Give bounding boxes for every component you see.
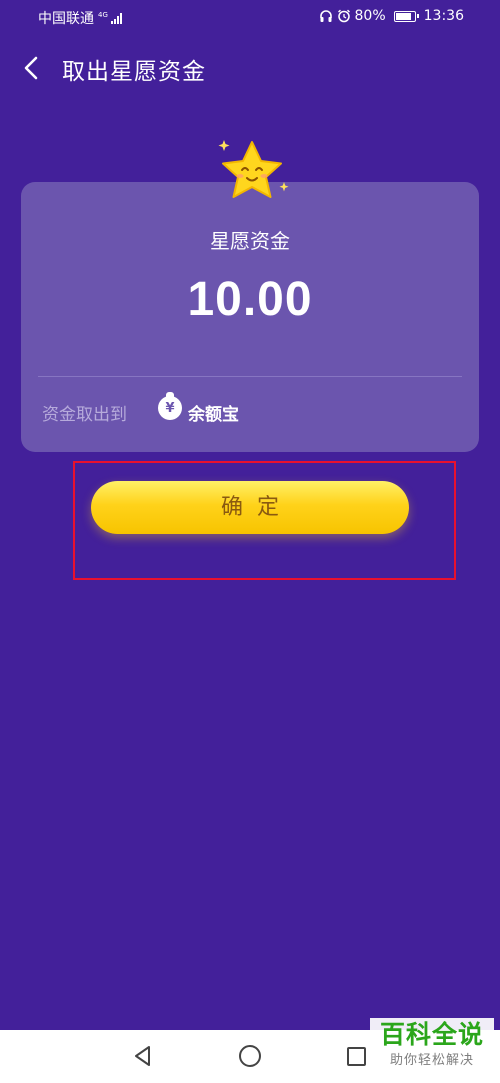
nav-bar: 取出星愿资金 (0, 34, 500, 100)
confirm-button[interactable]: 确定 (91, 481, 409, 534)
headphones-icon (319, 10, 332, 22)
signal-icon (110, 12, 122, 24)
chevron-left-icon (24, 56, 38, 80)
system-recent-button[interactable] (347, 1047, 366, 1066)
watermark-subtitle: 助你轻松解决 (389, 1053, 474, 1068)
destination-label: 资金取出到 (42, 405, 127, 425)
alarm-icon (337, 9, 350, 23)
amount-value: 10.00 (187, 273, 313, 326)
carrier-name: 中国联通 (38, 11, 94, 27)
page-title: 取出星愿资金 (62, 59, 206, 85)
watermark-title: 百科全说 (379, 1020, 484, 1049)
watermark: 百科全说 助你轻松解决 (370, 1018, 494, 1078)
network-type: 4G (98, 10, 108, 19)
star-mascot-icon (218, 140, 289, 198)
system-back-button[interactable] (131, 1044, 155, 1068)
screen: 中国联通 4G 80% 13:36 取出星愿资金 星愿资金 10.00 资金取出… (0, 0, 500, 1030)
fund-card: 星愿资金 10.00 资金取出到 ¥ 余额宝 (21, 182, 479, 452)
status-bar: 中国联通 4G 80% 13:36 (0, 0, 500, 34)
system-home-button[interactable] (239, 1045, 261, 1067)
triangle-back-icon (135, 1046, 150, 1066)
clock-time: 13:36 (423, 8, 464, 24)
back-button[interactable] (14, 50, 50, 86)
card-divider (38, 376, 462, 377)
card-title: 星愿资金 (210, 229, 290, 253)
battery-icon (393, 10, 419, 22)
status-right: 80% 13:36 (319, 8, 464, 24)
destination-value: 余额宝 (188, 405, 239, 425)
money-bag-icon: ¥ (158, 392, 182, 420)
battery-percent: 80% (354, 8, 386, 24)
status-left: 中国联通 4G (38, 8, 122, 28)
